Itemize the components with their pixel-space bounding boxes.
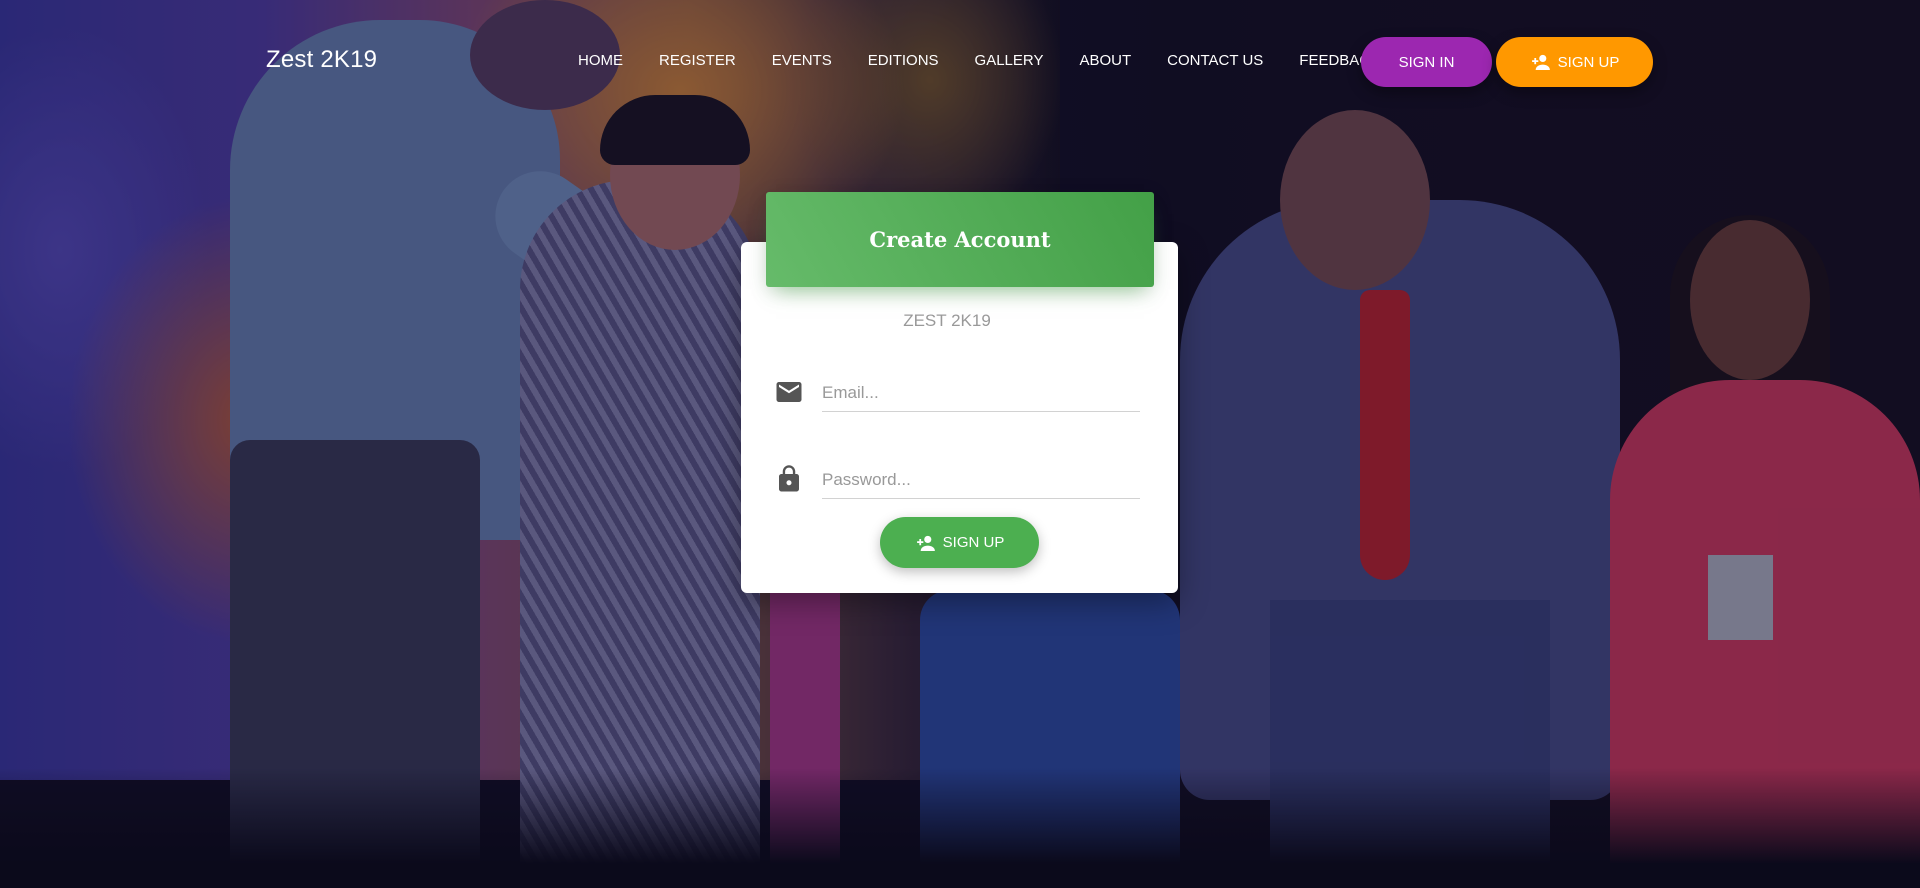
email-field[interactable] (822, 375, 1140, 412)
nav-editions[interactable]: EDITIONS (850, 36, 957, 86)
main-nav: HOME REGISTER EVENTS EDITIONS GALLERY AB… (560, 36, 1398, 86)
sign-in-button[interactable]: SIGN IN (1361, 37, 1492, 87)
nav-sign-up-label: SIGN UP (1557, 53, 1620, 71)
lock-icon (774, 464, 804, 494)
card-subtitle: ZEST 2K19 (903, 311, 991, 330)
person-add-icon (915, 535, 937, 551)
card-header: Create Account (766, 192, 1154, 287)
nav-gallery[interactable]: GALLERY (957, 36, 1062, 86)
nav-register[interactable]: REGISTER (641, 36, 754, 86)
nav-home[interactable]: HOME (560, 36, 641, 86)
password-field[interactable] (822, 462, 1140, 499)
sign-in-label: SIGN IN (1398, 53, 1455, 71)
nav-contact-us[interactable]: CONTACT US (1149, 36, 1281, 86)
mail-icon (774, 377, 804, 407)
person-add-icon (1530, 54, 1552, 70)
sign-up-submit-button[interactable]: SIGN UP (880, 517, 1039, 568)
nav-sign-up-button[interactable]: SIGN UP (1496, 37, 1653, 87)
nav-events[interactable]: EVENTS (754, 36, 850, 86)
sign-up-submit-label: SIGN UP (942, 534, 1005, 551)
nav-about[interactable]: ABOUT (1061, 36, 1149, 86)
brand-logo-link[interactable]: Zest 2K19 (266, 46, 377, 74)
card-title: Create Account (869, 227, 1051, 252)
